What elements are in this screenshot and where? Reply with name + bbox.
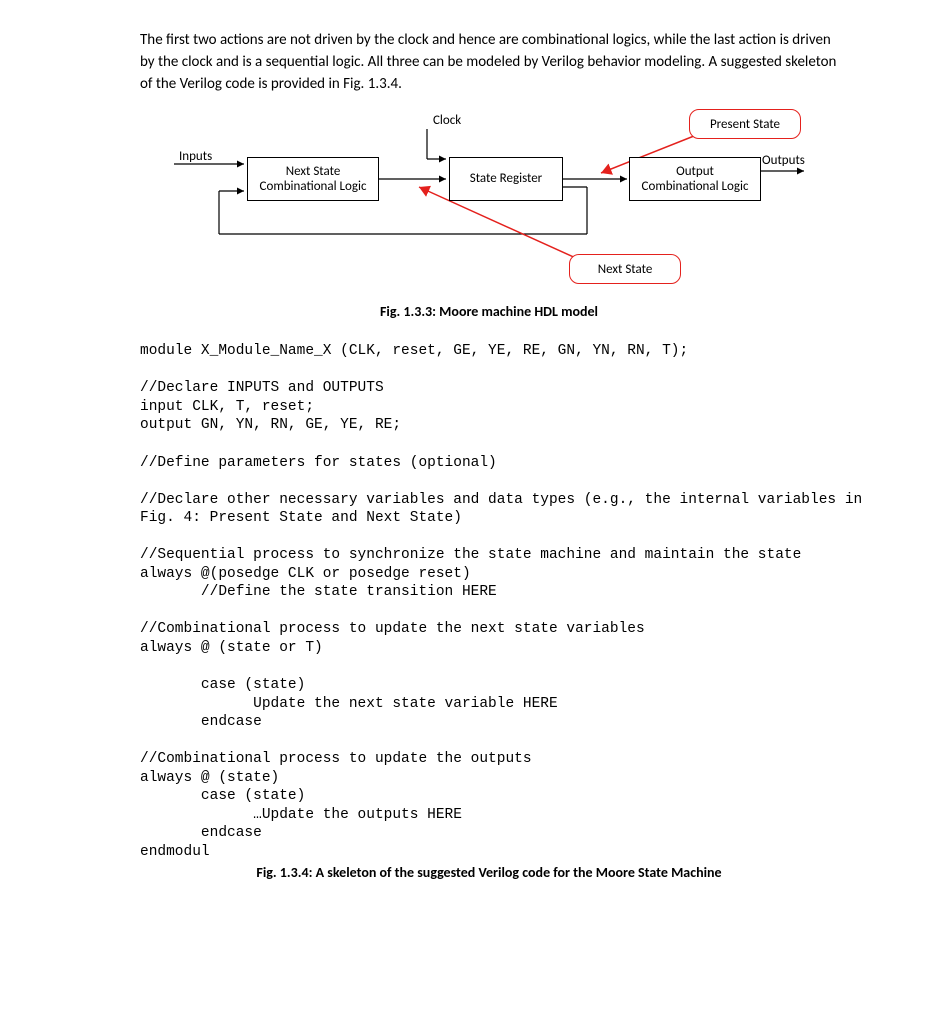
moore-diagram: Clock Inputs Outputs Next State Combinat… [169,109,809,289]
figure-caption-2: Fig. 1.3.4: A skeleton of the suggested … [140,864,838,881]
inputs-label: Inputs [179,149,212,164]
next-state-callout: Next State [569,254,681,284]
output-logic-box: Output Combinational Logic [629,157,761,201]
present-state-callout: Present State [689,109,801,139]
verilog-code-block: module X_Module_Name_X (CLK, reset, GE, … [140,342,838,861]
state-register-text: State Register [470,171,542,187]
figure-caption-1: Fig. 1.3.3: Moore machine HDL model [140,303,838,320]
next-state-line1: Next State [286,164,341,180]
document-page: The first two actions are not driven by … [0,0,948,1024]
outputs-label: Outputs [762,153,805,168]
clock-label: Clock [433,113,461,128]
state-register-box: State Register [449,157,563,201]
output-line1: Output [676,164,714,180]
intro-paragraph: The first two actions are not driven by … [140,30,838,95]
next-state-logic-box: Next State Combinational Logic [247,157,379,201]
next-state-line2: Combinational Logic [260,179,367,195]
output-line2: Combinational Logic [642,179,749,195]
